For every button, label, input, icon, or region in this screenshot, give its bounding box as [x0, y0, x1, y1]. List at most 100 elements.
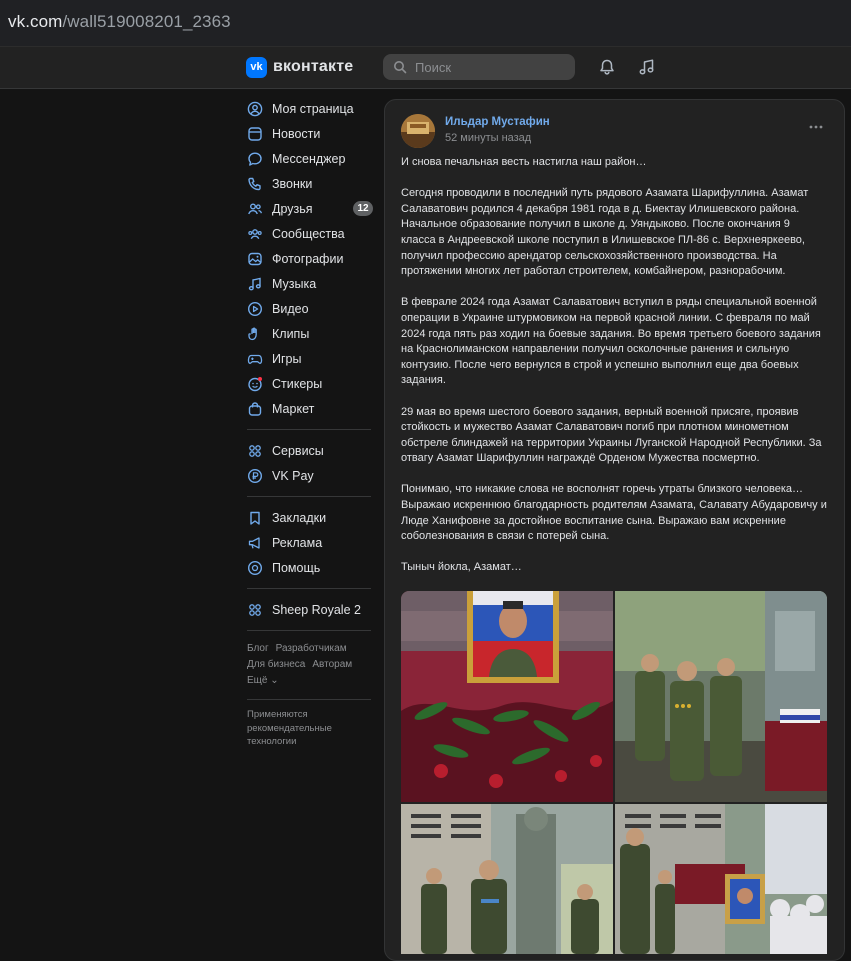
sidebar-item-vkpay[interactable]: VK Pay	[247, 463, 377, 488]
memorial-monument-photo[interactable]	[401, 804, 613, 954]
sidebar-item-ads[interactable]: Реклама	[247, 530, 377, 555]
sidebar-item-market[interactable]: Маркет	[247, 396, 377, 421]
sidebar-item-label: Реклама	[272, 535, 323, 550]
sidebar-item-label: Друзья	[272, 201, 313, 216]
sidebar-item-label: Моя страница	[272, 101, 354, 116]
sidebar-item-label: Новости	[272, 126, 321, 141]
sidebar-divider	[247, 588, 371, 589]
user-circle-icon	[247, 101, 263, 116]
footer-links: Блог Разработчикам Для бизнеса Авторам Ещё…	[247, 641, 377, 689]
music-icon	[248, 277, 261, 290]
post-text: И снова печальная весть настигла наш рай…	[401, 155, 827, 592]
site-header: vk вконтакте	[0, 47, 851, 89]
footer-link-authors[interactable]: Авторам	[312, 659, 352, 670]
sidebar-item-clips[interactable]: Клипы	[247, 321, 377, 346]
sidebar-divider	[247, 429, 371, 430]
sidebar-item-label: Фотографии	[272, 251, 344, 266]
search-box[interactable]	[383, 54, 575, 80]
wall-post: Ильдар Мустафин 52 минуты назад И снова …	[384, 99, 845, 961]
more-options-icon[interactable]	[808, 124, 824, 130]
sidebar-item-label: Мессенджер	[272, 151, 346, 166]
sidebar-item-label: Звонки	[272, 176, 313, 191]
sidebar-item-communities[interactable]: Сообщества	[247, 221, 377, 246]
sidebar-item-music[interactable]: Музыка	[247, 271, 377, 296]
vkpay-icon	[247, 468, 263, 483]
photo-icon	[248, 252, 262, 265]
ceremony-crowd-photo[interactable]	[615, 804, 827, 954]
sidebar-item-games[interactable]: Игры	[247, 346, 377, 371]
sidebar-item-label: Игры	[272, 351, 302, 366]
friends-icon	[248, 203, 263, 214]
sidebar-divider	[247, 699, 371, 700]
sidebar-item-label: Маркет	[272, 401, 315, 416]
gamepad-icon	[247, 354, 263, 364]
vk-logo[interactable]: vk вконтакте	[246, 56, 353, 78]
post-photo-grid	[401, 591, 827, 954]
clips-icon	[248, 327, 257, 340]
video-icon	[247, 301, 263, 316]
sidebar-item-label: Sheep Royale 2	[272, 602, 361, 617]
post-paragraph: 29 мая во время шестого боевого задания,…	[401, 405, 822, 465]
search-icon	[394, 61, 407, 74]
apps-icon	[249, 603, 261, 616]
sidebar-item-stickers[interactable]: Стикеры	[247, 371, 377, 396]
post-paragraph: В феврале 2024 года Азамат Салаватович в…	[401, 296, 821, 387]
recommendation-notice[interactable]: Применяются рекомендательные технологии	[247, 708, 347, 749]
bell-icon[interactable]	[597, 57, 617, 77]
left-sidebar: Моя страница Новости Мессенджер Звонки Д…	[247, 96, 377, 749]
sidebar-item-label: Клипы	[272, 326, 310, 341]
sidebar-item-my-page[interactable]: Моя страница	[247, 96, 377, 121]
sidebar-item-label: Помощь	[272, 560, 321, 575]
sidebar-item-bookmarks[interactable]: Закладки	[247, 505, 377, 530]
author-avatar[interactable]	[401, 114, 435, 148]
sidebar-item-label: Закладки	[272, 510, 327, 525]
phone-icon	[248, 177, 261, 190]
vk-logo-icon: vk	[246, 56, 267, 78]
sidebar-item-photos[interactable]: Фотографии	[247, 246, 377, 271]
soldiers-at-coffin-photo[interactable]	[615, 591, 827, 802]
vk-logo-text: вконтакте	[273, 58, 354, 75]
sidebar-divider	[247, 630, 371, 631]
sidebar-item-label: Стикеры	[272, 376, 323, 391]
search-input[interactable]	[413, 58, 567, 76]
sidebar-item-label: Музыка	[272, 276, 317, 291]
footer-link-more[interactable]: Ещё ⌄	[247, 675, 279, 686]
sidebar-item-messenger[interactable]: Мессенджер	[247, 146, 377, 171]
post-timestamp[interactable]: 52 минуты назад	[445, 132, 531, 144]
portrait-with-flowers-photo[interactable]	[401, 591, 613, 802]
sidebar-item-friends[interactable]: Друзья 12	[247, 196, 377, 221]
sticker-icon	[248, 376, 262, 391]
music-icon[interactable]	[637, 57, 657, 77]
sidebar-item-sheep-royale[interactable]: Sheep Royale 2	[247, 597, 377, 622]
friends-count-badge: 12	[353, 201, 373, 216]
sidebar-item-label: Сообщества	[272, 226, 345, 241]
bookmark-icon	[250, 511, 260, 525]
megaphone-icon	[248, 536, 260, 549]
post-author-name[interactable]: Ильдар Мустафин	[445, 116, 550, 128]
sidebar-item-services[interactable]: Сервисы	[247, 438, 377, 463]
sidebar-item-video[interactable]: Видео	[247, 296, 377, 321]
services-icon	[249, 444, 261, 457]
url-text[interactable]: vk.com/wall519008201_2363	[8, 12, 231, 32]
message-icon	[248, 152, 262, 166]
bag-icon	[248, 401, 262, 416]
sidebar-item-label: Видео	[272, 301, 309, 316]
post-paragraph: Сегодня проводили в последний путь рядов…	[401, 187, 809, 278]
footer-link-developers[interactable]: Разработчикам	[276, 643, 347, 654]
post-paragraph: Понимаю, что никакие слова не восполнят …	[401, 483, 827, 543]
sidebar-item-news[interactable]: Новости	[247, 121, 377, 146]
post-paragraph: Тыныч йокла, Азамат…	[401, 561, 522, 574]
browser-url-bar[interactable]: vk.com/wall519008201_2363	[0, 0, 851, 47]
sidebar-item-label: VK Pay	[272, 468, 314, 483]
sidebar-item-calls[interactable]: Звонки	[247, 171, 377, 196]
sidebar-divider	[247, 496, 371, 497]
sidebar-item-label: Сервисы	[272, 443, 324, 458]
groups-icon	[248, 228, 262, 239]
post-paragraph: И снова печальная весть настигла наш рай…	[401, 156, 647, 168]
help-icon	[247, 560, 263, 575]
footer-link-blog[interactable]: Блог	[247, 643, 269, 654]
sidebar-item-help[interactable]: Помощь	[247, 555, 377, 580]
footer-link-business[interactable]: Для бизнеса	[247, 659, 305, 670]
news-icon	[248, 126, 262, 141]
avatar-image	[401, 114, 435, 148]
